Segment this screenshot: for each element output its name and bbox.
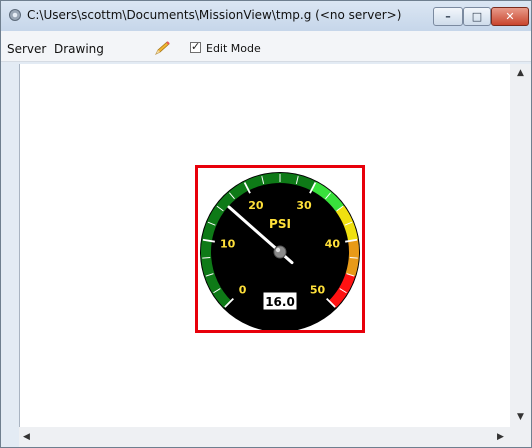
checkmark-icon: ✓ [191, 40, 201, 53]
edit-mode-label: Edit Mode [206, 42, 261, 55]
vertical-scrollbar[interactable]: ▲ ▼ [510, 64, 531, 427]
minimize-icon: – [445, 10, 451, 23]
maximize-icon: □ [471, 10, 483, 23]
gauge-unit-label: PSI [269, 217, 291, 231]
scroll-down-icon[interactable]: ▼ [517, 412, 524, 422]
gauge-tick-label: 0 [239, 283, 247, 296]
close-button[interactable]: ✕ [491, 7, 529, 26]
close-icon: ✕ [505, 10, 515, 23]
scroll-right-icon[interactable]: ▶ [497, 432, 504, 442]
horizontal-scrollbar[interactable]: ◀ ▶ [19, 427, 510, 447]
gauge-tick-label: 50 [310, 283, 326, 296]
scroll-corner [510, 427, 531, 447]
scroll-left-icon[interactable]: ◀ [23, 432, 30, 442]
edit-mode-checkbox[interactable]: ✓ [190, 40, 201, 53]
gauge-tick [349, 256, 358, 259]
gauge-selection-box[interactable]: 0 10 20 30 40 50 PSI 16.0 [195, 165, 365, 333]
gauge-tick [202, 256, 211, 259]
gauge-hub [273, 245, 287, 259]
app-window: C:\Users\scottm\Documents\MissionView\tm… [0, 0, 532, 448]
maximize-button[interactable]: □ [463, 7, 491, 26]
menu-bar: Server Drawing ✓ Edit Mode [1, 31, 531, 62]
gauge-tick-label: 40 [325, 238, 341, 251]
minimize-button[interactable]: – [433, 7, 463, 26]
title-bar[interactable]: C:\Users\scottm\Documents\MissionView\tm… [1, 1, 531, 31]
gauge-hub-highlight [275, 247, 281, 253]
pencil-icon[interactable] [153, 40, 171, 56]
window-title: C:\Users\scottm\Documents\MissionView\tm… [27, 8, 402, 22]
gear-icon [9, 9, 21, 21]
menu-drawing[interactable]: Drawing [54, 42, 104, 56]
menu-server[interactable]: Server [7, 42, 46, 56]
scroll-up-icon[interactable]: ▲ [517, 68, 524, 78]
psi-gauge[interactable]: 0 10 20 30 40 50 PSI 16.0 [198, 168, 362, 332]
gauge-readout-value: 16.0 [265, 295, 295, 309]
gauge-tick-label: 20 [248, 199, 264, 212]
gauge-tick-label: 10 [220, 238, 236, 251]
gauge-tick-label: 30 [296, 199, 312, 212]
